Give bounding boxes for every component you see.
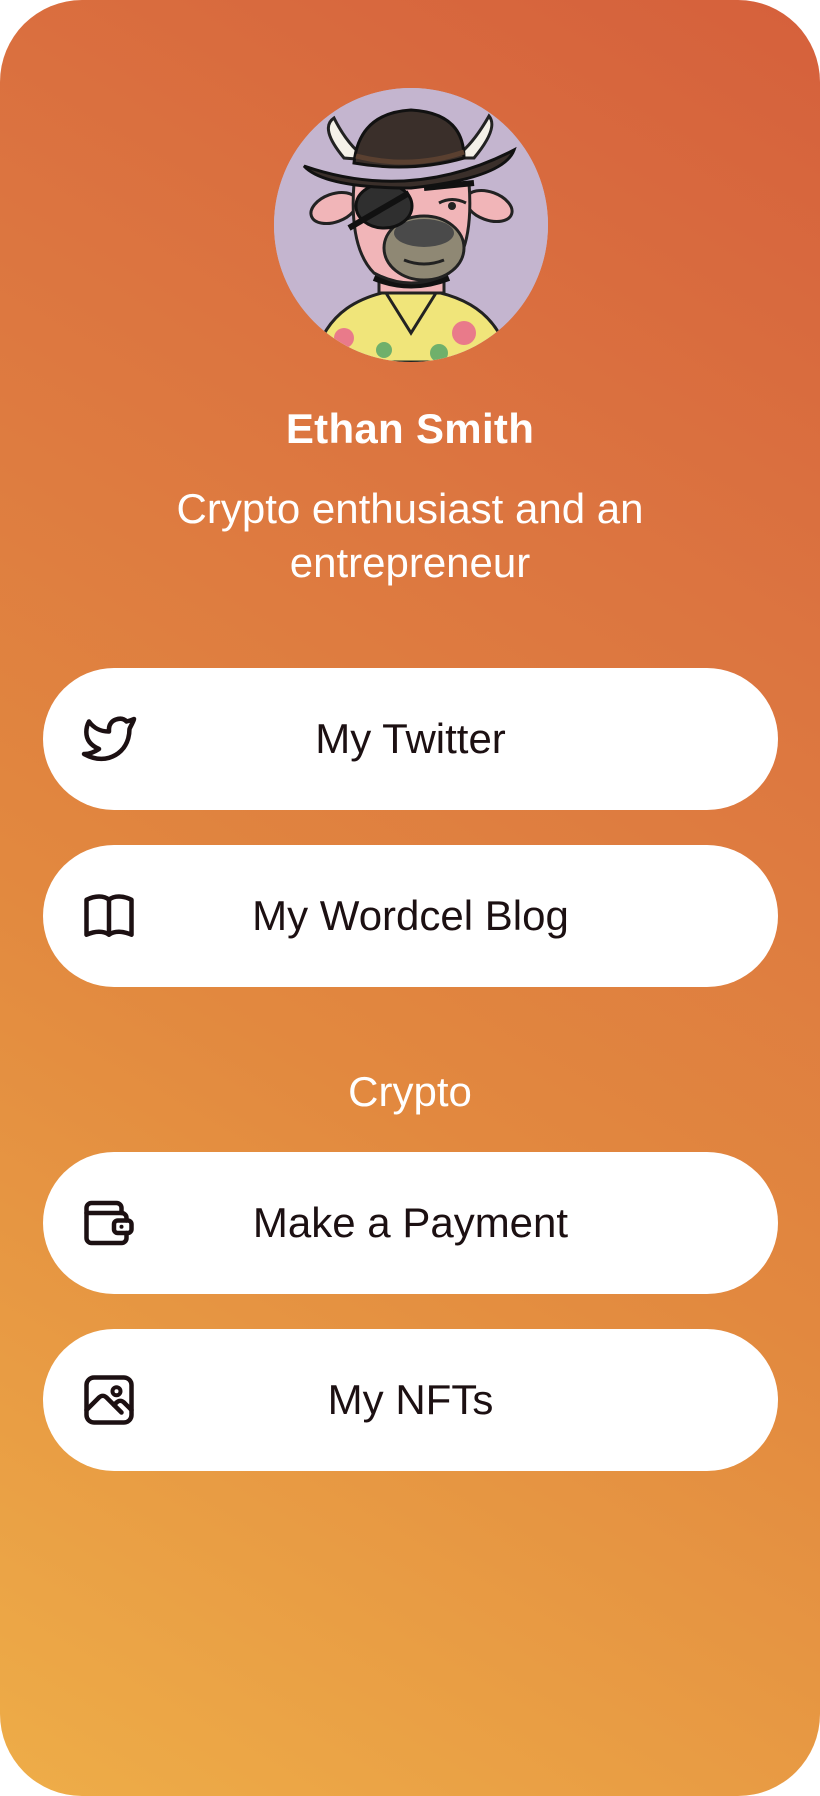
make-payment-label: Make a Payment xyxy=(252,1199,569,1246)
blog-link-button[interactable]: My Wordcel Blog xyxy=(43,845,778,987)
twitter-link-label: My Twitter xyxy=(315,715,506,762)
blog-link-label: My Wordcel Blog xyxy=(252,892,569,939)
twitter-link-button[interactable]: My Twitter xyxy=(43,668,778,810)
profile-bio: Crypto enthusiast and an entrepreneur xyxy=(176,485,644,586)
avatar-image xyxy=(274,88,548,362)
my-nfts-button[interactable]: My NFTs xyxy=(43,1329,778,1471)
make-payment-button[interactable]: Make a Payment xyxy=(43,1152,778,1294)
avatar xyxy=(274,88,548,362)
my-nfts-label: My NFTs xyxy=(327,1376,494,1423)
crypto-section-title: Crypto xyxy=(348,1068,472,1115)
profile-name: Ethan Smith xyxy=(285,405,535,452)
profile-page: Ethan Smith Crypto enthusiast and an ent… xyxy=(0,0,820,1796)
